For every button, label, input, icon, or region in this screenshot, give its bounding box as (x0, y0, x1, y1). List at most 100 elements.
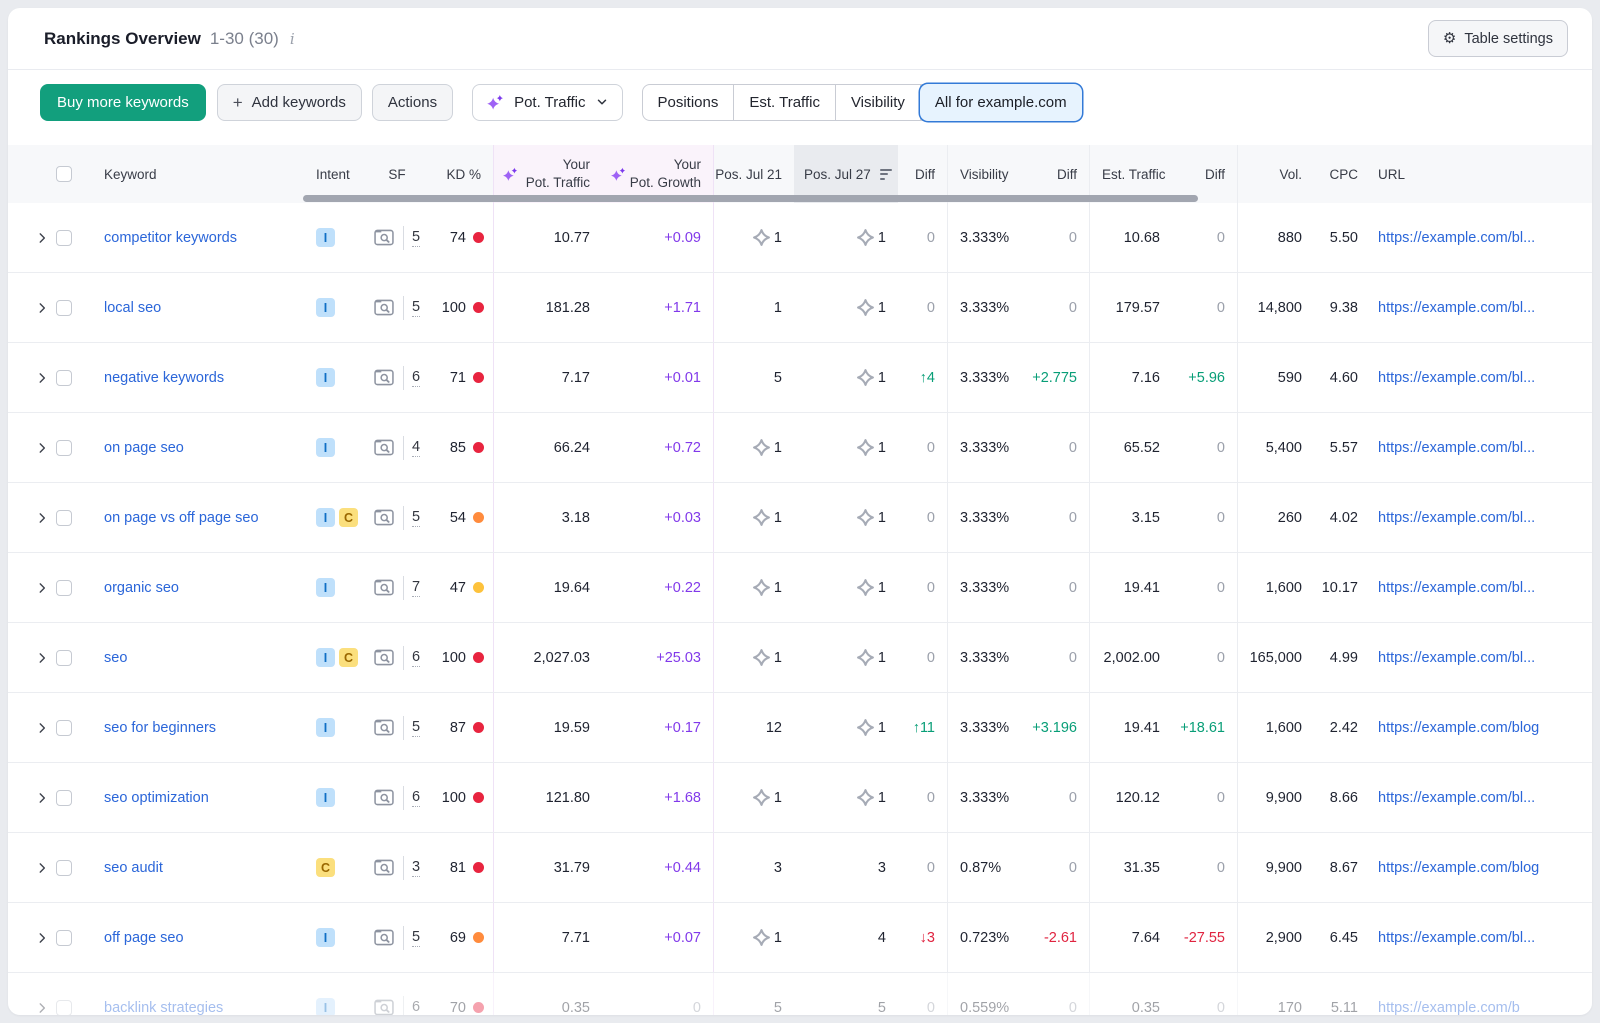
pos-jul27-value: 1 (794, 203, 898, 272)
cpc-value: 8.67 (1314, 833, 1370, 902)
serp-features-count[interactable]: 3 (412, 859, 420, 877)
serp-features-count[interactable]: 6 (412, 789, 420, 807)
serp-features-count[interactable]: 6 (412, 369, 420, 387)
row-checkbox[interactable] (56, 860, 72, 876)
keyword-link[interactable]: organic seo (104, 580, 179, 596)
serp-features-count[interactable]: 6 (412, 649, 420, 667)
serp-features-count[interactable]: 5 (412, 509, 420, 527)
row-checkbox[interactable] (56, 370, 72, 386)
row-expander[interactable] (28, 483, 56, 552)
keyword-link[interactable]: off page seo (104, 930, 184, 946)
row-expander[interactable] (28, 693, 56, 762)
row-expander[interactable] (28, 273, 56, 342)
serp-features-count[interactable]: 5 (412, 719, 420, 737)
keyword-link[interactable]: competitor keywords (104, 230, 237, 246)
serp-features-count[interactable]: 7 (412, 579, 420, 597)
tab-visibility[interactable]: Visibility (836, 85, 921, 120)
row-expander[interactable] (28, 903, 56, 972)
keyword-link[interactable]: backlink strategies (104, 1000, 223, 1016)
visibility-diff-value: 0 (1038, 763, 1090, 832)
pos-jul21-value: 1 (714, 413, 794, 482)
url-link[interactable]: https://example.com/bl... (1378, 230, 1535, 246)
keyword-link[interactable]: on page seo (104, 440, 184, 456)
intent-badges: I (308, 273, 368, 342)
metric-dropdown[interactable]: Pot. Traffic (472, 84, 622, 121)
serp-features-count[interactable]: 4 (412, 439, 420, 457)
url-link[interactable]: https://example.com/blog (1378, 860, 1539, 876)
kd-cell: 47 (426, 553, 494, 622)
url-link[interactable]: https://example.com/bl... (1378, 300, 1535, 316)
serp-features-count[interactable]: 5 (412, 299, 420, 317)
serp-features-count[interactable]: 6 (412, 999, 420, 1016)
row-checkbox[interactable] (56, 510, 72, 526)
row-checkbox[interactable] (56, 1000, 72, 1016)
pot-growth-value: 0 (602, 973, 714, 1015)
url-link[interactable]: https://example.com/bl... (1378, 650, 1535, 666)
keyword-link[interactable]: on page vs off page seo (104, 510, 259, 526)
row-expander[interactable] (28, 203, 56, 272)
row-checkbox[interactable] (56, 230, 72, 246)
pos-jul27-value: 1 (794, 343, 898, 412)
row-expander[interactable] (28, 413, 56, 482)
serp-features-count[interactable]: 5 (412, 229, 420, 247)
table-settings-button[interactable]: ⚙ Table settings (1428, 20, 1568, 57)
cpc-value: 4.99 (1314, 623, 1370, 692)
gear-icon: ⚙ (1443, 31, 1456, 46)
keyword-link[interactable]: seo for beginners (104, 720, 216, 736)
url-cell: https://example.com/b (1370, 973, 1576, 1015)
row-checkbox[interactable] (56, 650, 72, 666)
row-expander[interactable] (28, 763, 56, 832)
url-link[interactable]: https://example.com/bl... (1378, 580, 1535, 596)
keyword-link[interactable]: seo (104, 650, 127, 666)
cpc-value: 10.17 (1314, 553, 1370, 622)
visibility-diff-value: 0 (1038, 553, 1090, 622)
intent-badge-I: I (316, 648, 335, 667)
row-checkbox[interactable] (56, 790, 72, 806)
keyword-link[interactable]: seo optimization (104, 790, 209, 806)
info-icon[interactable]: i (290, 30, 295, 48)
keyword-link[interactable]: local seo (104, 300, 161, 316)
url-link[interactable]: https://example.com/bl... (1378, 930, 1535, 946)
pot-growth-value: +0.03 (602, 483, 714, 552)
select-all-checkbox[interactable] (56, 166, 72, 182)
row-checkbox[interactable] (56, 580, 72, 596)
header-url[interactable]: URL (1370, 145, 1576, 203)
header-cpc[interactable]: CPC (1314, 145, 1370, 203)
pot-traffic-value: 2,027.03 (494, 623, 602, 692)
header-keyword[interactable]: Keyword (92, 145, 308, 203)
url-link[interactable]: https://example.com/blog (1378, 720, 1539, 736)
keyword-link[interactable]: negative keywords (104, 370, 224, 386)
tab-positions[interactable]: Positions (643, 85, 735, 120)
row-checkbox[interactable] (56, 720, 72, 736)
add-keywords-button[interactable]: + Add keywords (217, 84, 362, 121)
row-checkbox[interactable] (56, 440, 72, 456)
buy-more-keywords-button[interactable]: Buy more keywords (40, 84, 206, 121)
row-expander[interactable] (28, 973, 56, 1015)
keyword-link[interactable]: seo audit (104, 860, 163, 876)
url-link[interactable]: https://example.com/bl... (1378, 790, 1535, 806)
actions-button[interactable]: Actions (372, 84, 453, 121)
pot-growth-value: +0.72 (602, 413, 714, 482)
row-expander[interactable] (28, 833, 56, 902)
url-link[interactable]: https://example.com/bl... (1378, 510, 1535, 526)
row-expander[interactable] (28, 343, 56, 412)
horizontal-scrollbar[interactable] (303, 195, 1198, 202)
intent-badges: I (308, 203, 368, 272)
header-volume[interactable]: Vol. (1238, 145, 1314, 203)
url-link[interactable]: https://example.com/bl... (1378, 370, 1535, 386)
visibility-value: 3.333% (948, 203, 1038, 272)
row-expander[interactable] (28, 623, 56, 692)
row-checkbox[interactable] (56, 300, 72, 316)
tab-est-traffic[interactable]: Est. Traffic (734, 85, 836, 120)
row-checkbox[interactable] (56, 930, 72, 946)
serp-features-count[interactable]: 5 (412, 929, 420, 947)
cpc-value: 8.66 (1314, 763, 1370, 832)
pos-jul21-value: 12 (714, 693, 794, 762)
url-link[interactable]: https://example.com/b (1378, 1000, 1520, 1016)
url-link[interactable]: https://example.com/bl... (1378, 440, 1535, 456)
url-cell: https://example.com/bl... (1370, 273, 1576, 342)
intent-badges: I (308, 413, 368, 482)
row-expander[interactable] (28, 553, 56, 622)
intent-badge-C: C (339, 648, 358, 667)
tab-all-for-example-com[interactable]: All for example.com (920, 84, 1082, 121)
